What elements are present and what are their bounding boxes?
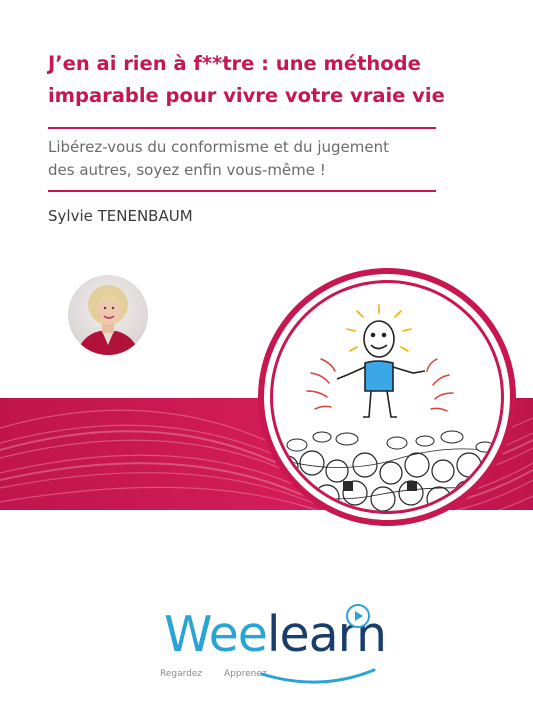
book-title-line-1: J’en ai rien à f**tre : une méthode — [48, 52, 421, 75]
book-subtitle-line-1: Libérez-vous du conformisme et du jugeme… — [48, 138, 389, 156]
book-title: J’en ai rien à f**tre : une méthode impa… — [48, 48, 478, 112]
logo-tagline-left: Regardez — [160, 669, 203, 679]
weelearn-logo: Weelearn Regardez Apprenez — [160, 602, 387, 692]
logo-swoosh — [260, 668, 376, 684]
title-divider — [48, 127, 436, 129]
author-avatar — [68, 275, 148, 355]
book-subtitle: Libérez-vous du conformisme et du jugeme… — [48, 136, 448, 182]
cover-illustration — [258, 268, 516, 526]
subtitle-divider — [48, 190, 436, 192]
logo-wee-text: Wee — [164, 606, 268, 663]
play-icon — [346, 604, 370, 628]
author-name: Sylvie TENENBAUM — [48, 207, 193, 225]
book-title-line-2: imparable pour vivre votre vraie vie — [48, 84, 445, 107]
book-subtitle-line-2: des autres, soyez enfin vous-même ! — [48, 161, 326, 179]
